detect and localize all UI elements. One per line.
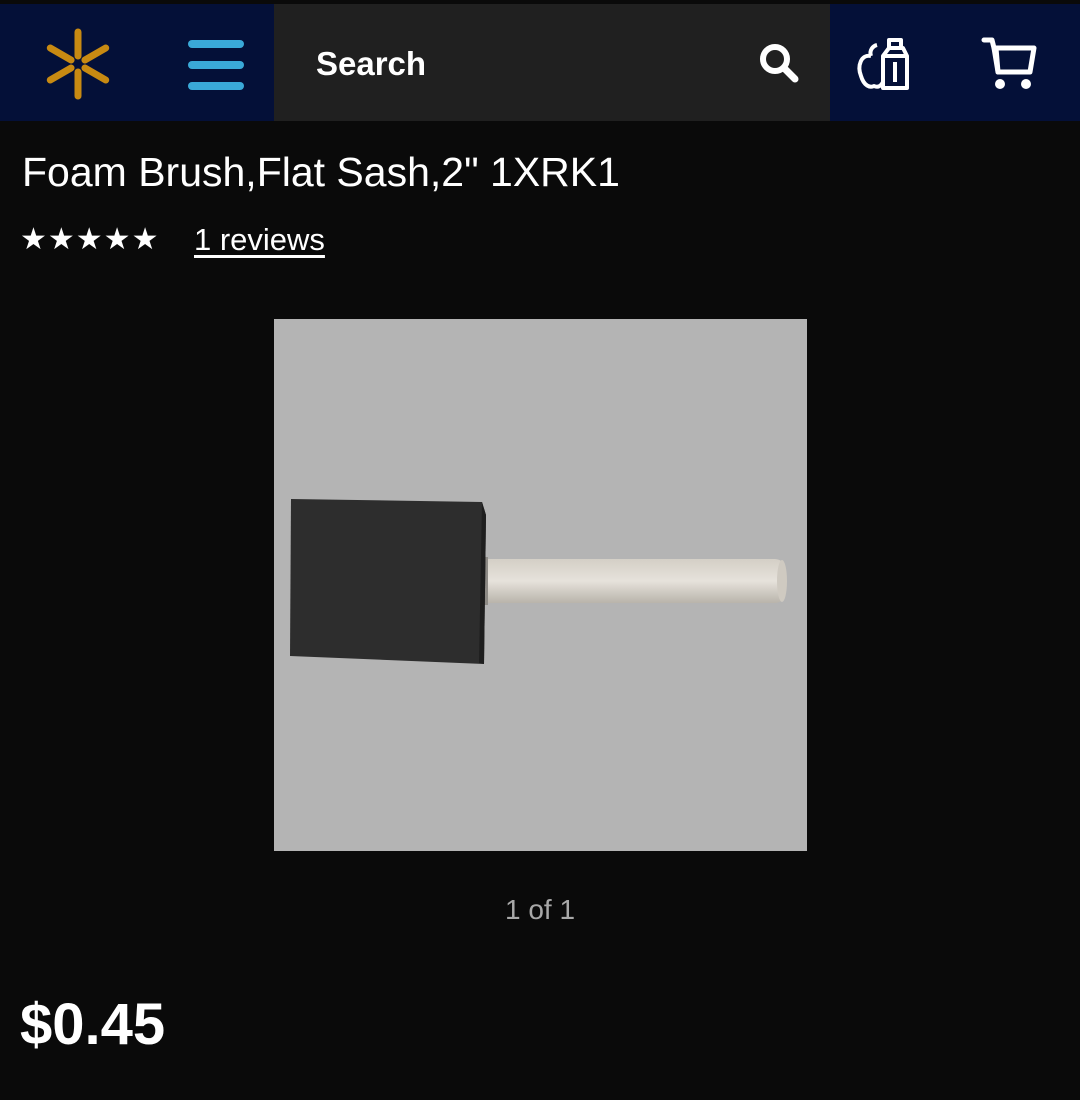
image-pager: 1 of 1 xyxy=(504,894,576,925)
rating-stars: ★★★★★ xyxy=(20,223,160,256)
top-nav-bar: Search xyxy=(0,4,1080,121)
grocery-icon[interactable] xyxy=(855,36,911,92)
spark-logo-icon[interactable] xyxy=(40,26,116,102)
search-bar[interactable]: Search xyxy=(274,4,830,121)
product-title: Foam Brush,Flat Sash,2" 1XRK1 xyxy=(22,149,620,195)
foam-brush-image xyxy=(290,499,787,664)
product-image[interactable] xyxy=(274,319,807,851)
cart-icon[interactable] xyxy=(980,34,1040,94)
search-placeholder: Search xyxy=(316,45,427,82)
search-icon[interactable] xyxy=(758,42,800,84)
product-price: $0.45 xyxy=(20,992,166,1057)
reviews-link[interactable]: 1 reviews xyxy=(194,222,325,258)
menu-icon[interactable] xyxy=(186,36,246,94)
